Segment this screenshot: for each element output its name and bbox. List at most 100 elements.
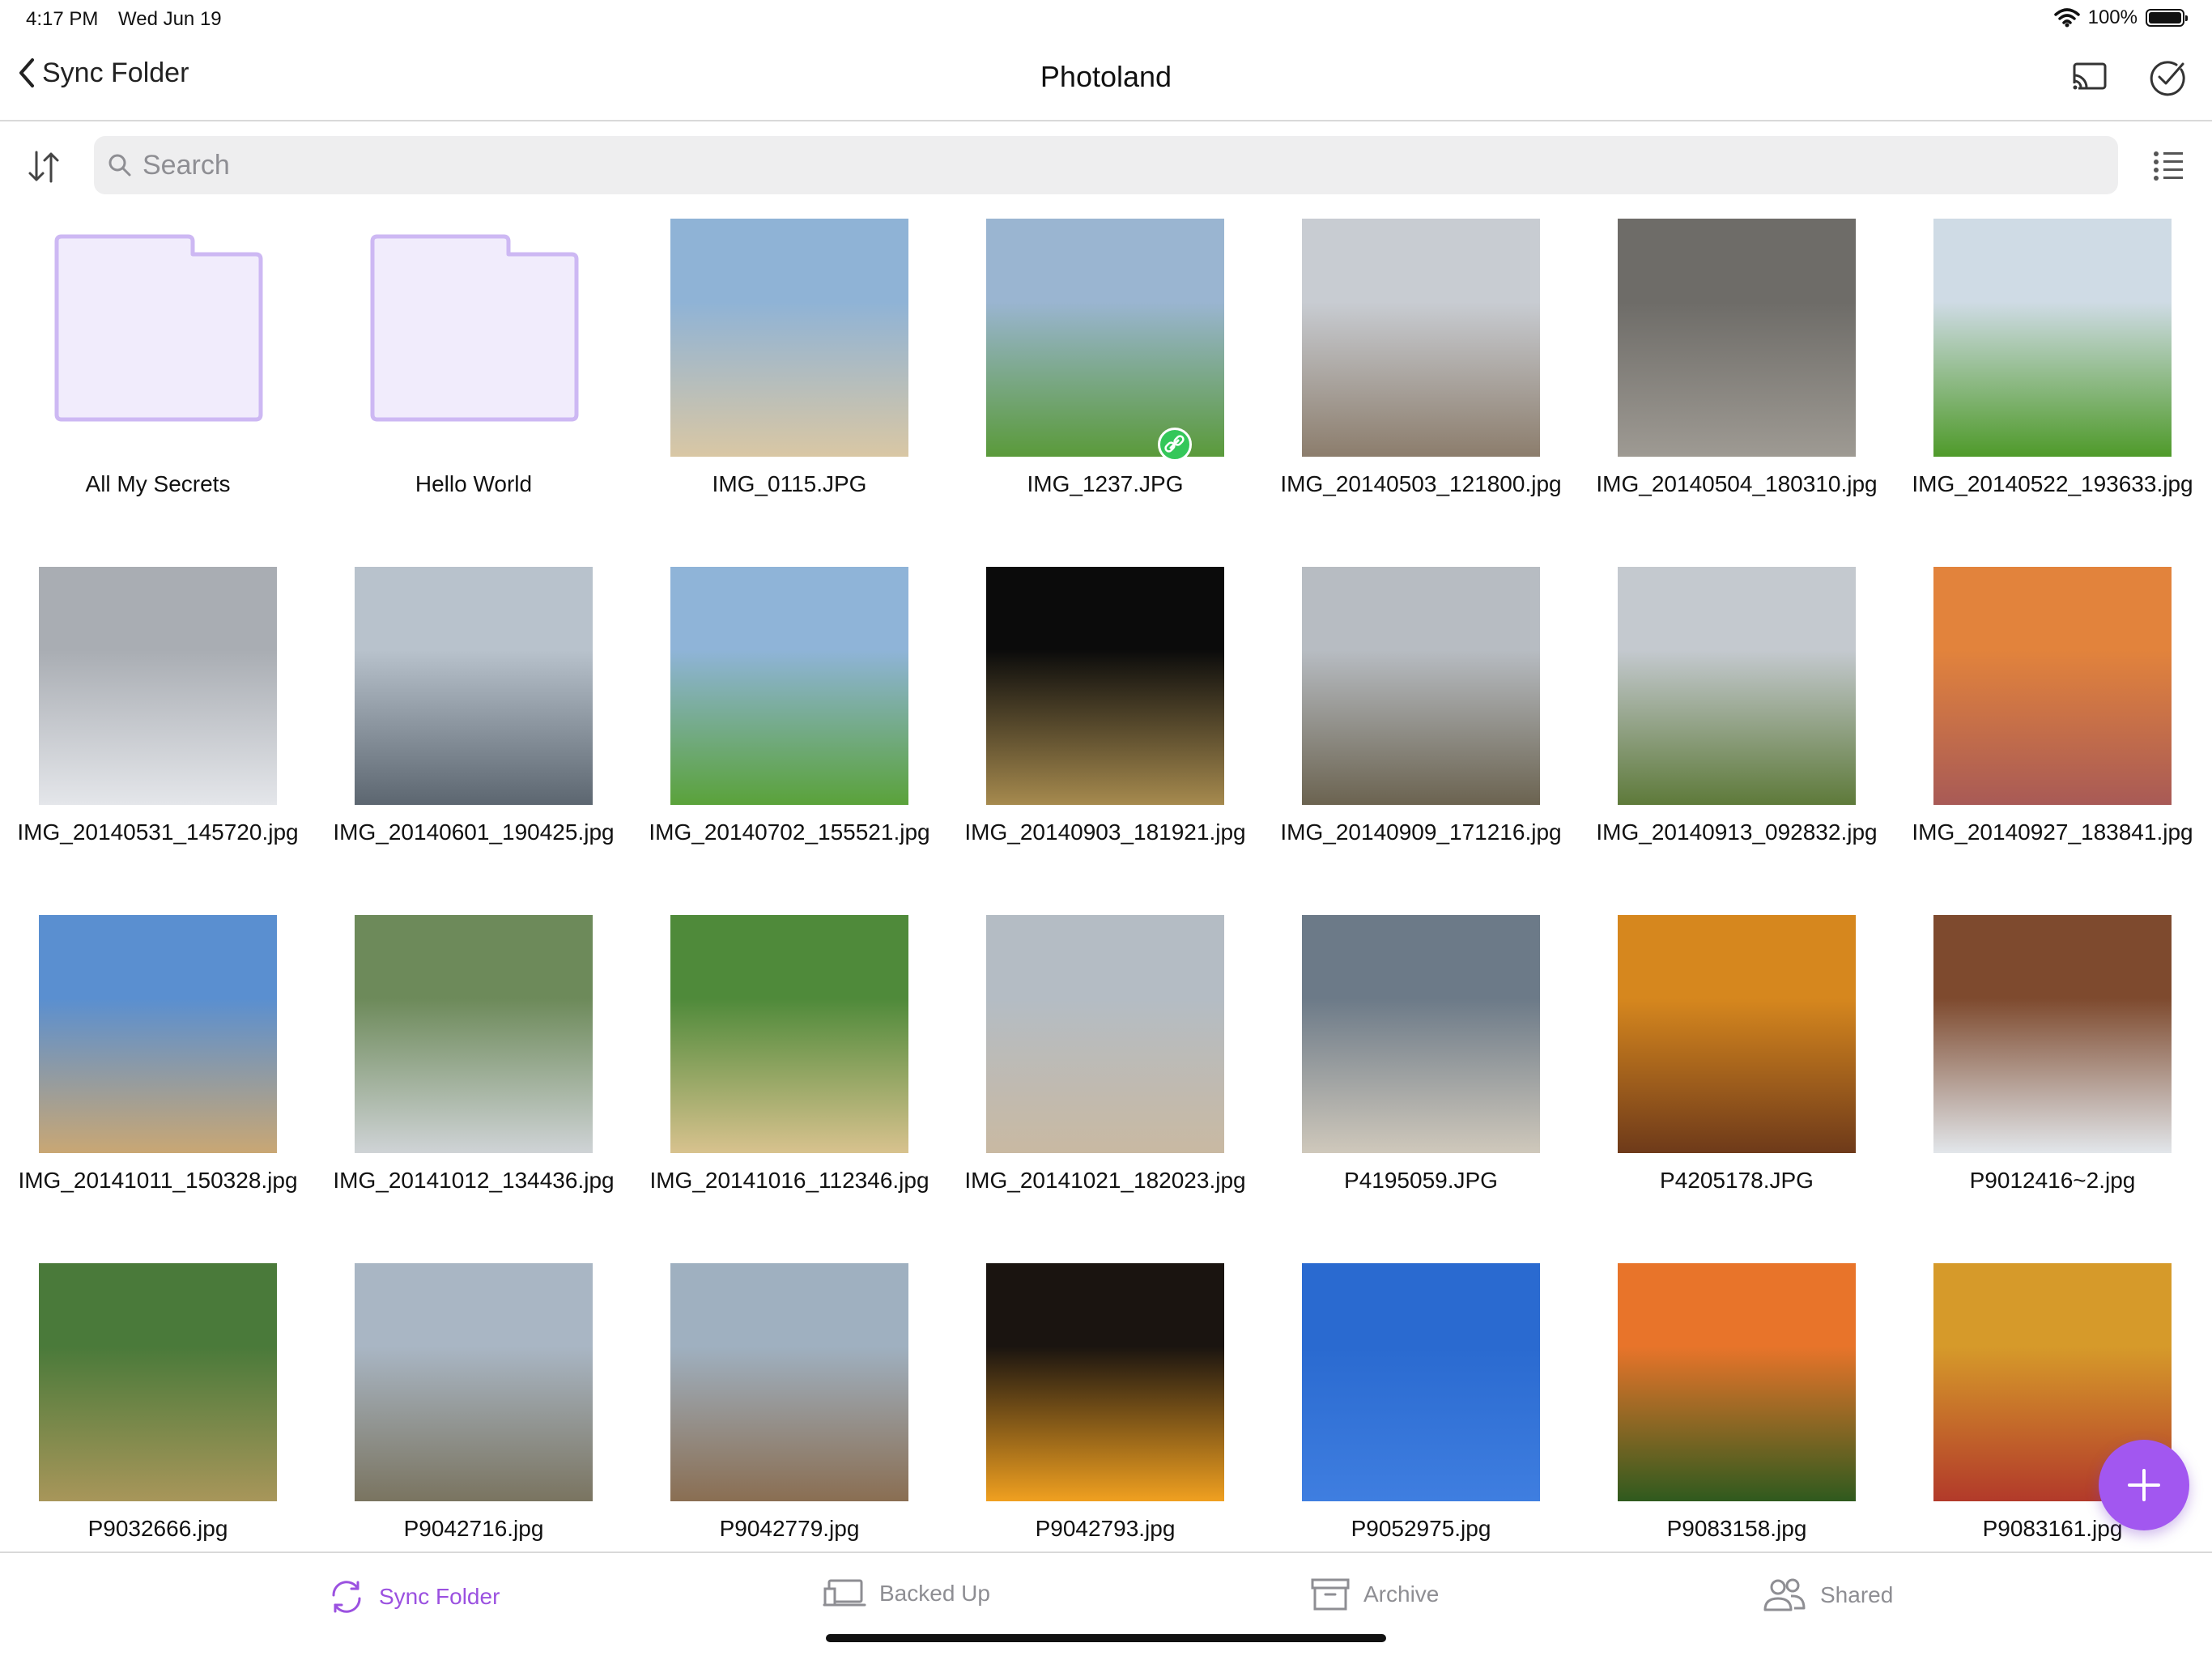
photo-item[interactable]: P9083161.jpg	[1895, 1263, 2210, 1587]
item-label: P9012416~2.jpg	[1969, 1168, 2136, 1193]
photo-thumbnail	[1933, 219, 2172, 457]
photo-thumbnail	[670, 915, 908, 1153]
item-label: IMG_20141012_134436.jpg	[333, 1168, 615, 1193]
photo-item[interactable]: IMG_20140702_155521.jpg	[632, 567, 947, 891]
photo-thumbnail	[1302, 219, 1540, 457]
photo-item[interactable]: IMG_20141016_112346.jpg	[632, 915, 947, 1239]
item-label: IMG_20140522_193633.jpg	[1912, 471, 2193, 496]
photo-item[interactable]: P9042779.jpg	[632, 1263, 947, 1587]
status-time: 4:17 PM	[26, 8, 99, 30]
photo-thumbnail	[670, 1263, 908, 1501]
page-title: Photoland	[1040, 60, 1172, 93]
photo-thumbnail	[670, 219, 908, 457]
item-label: IMG_20140504_180310.jpg	[1596, 471, 1878, 496]
photo-item[interactable]: IMG_0115.JPG	[632, 219, 947, 543]
photo-item[interactable]: IMG_20140913_092832.jpg	[1579, 567, 1895, 891]
item-label: IMG_20140503_121800.jpg	[1280, 471, 1562, 496]
nav-bar: Sync Folder Photoland	[0, 40, 2212, 121]
photo-thumbnail	[1302, 1263, 1540, 1501]
search-bar[interactable]	[94, 136, 2118, 194]
photo-thumbnail	[1933, 567, 2172, 805]
photo-item[interactable]: IMG_20141021_182023.jpg	[947, 915, 1263, 1239]
tab-shared[interactable]: Shared	[1762, 1577, 1893, 1613]
tab-backed-up-label: Backed Up	[879, 1581, 990, 1606]
photo-item[interactable]: IMG_20140522_193633.jpg	[1895, 219, 2210, 543]
photo-thumbnail	[39, 915, 277, 1153]
archive-icon	[1311, 1578, 1350, 1611]
photo-item[interactable]: P4195059.JPG	[1263, 915, 1579, 1239]
photo-item[interactable]: P9012416~2.jpg	[1895, 915, 2210, 1239]
item-label: P9052975.jpg	[1351, 1516, 1491, 1541]
photo-item[interactable]: P9042793.jpg	[947, 1263, 1263, 1587]
photo-item[interactable]: P9042716.jpg	[316, 1263, 632, 1587]
link-icon	[1158, 428, 1192, 462]
tab-backed-up[interactable]: Backed Up	[823, 1577, 990, 1610]
item-label: IMG_20141016_112346.jpg	[649, 1168, 929, 1193]
nav-actions	[2069, 57, 2188, 97]
search-icon	[108, 154, 131, 177]
item-label: IMG_20140909_171216.jpg	[1280, 819, 1562, 845]
photo-thumbnail	[355, 567, 593, 805]
photo-thumbnail	[986, 219, 1224, 457]
photo-thumbnail	[39, 1263, 277, 1501]
photo-item[interactable]: IMG_20140903_181921.jpg	[947, 567, 1263, 891]
search-input[interactable]	[141, 148, 2087, 182]
item-label: P9042793.jpg	[1035, 1516, 1176, 1541]
tab-bar: Sync Folder Backed Up Archive Shared	[0, 1551, 2212, 1660]
toolbar	[0, 121, 2212, 211]
photo-item[interactable]: IMG_20141011_150328.jpg	[0, 915, 316, 1239]
item-label: IMG_20140601_190425.jpg	[333, 819, 615, 845]
battery-percent: 100%	[2087, 6, 2138, 28]
photo-item[interactable]: IMG_1237.JPG	[947, 219, 1263, 543]
item-label: IMG_1237.JPG	[1027, 471, 1184, 496]
photo-thumbnail	[1618, 567, 1856, 805]
status-date: Wed Jun 19	[118, 8, 222, 30]
photo-thumbnail	[355, 1263, 593, 1501]
photo-thumbnail	[1618, 1263, 1856, 1501]
add-button[interactable]	[2099, 1440, 2189, 1530]
photo-item[interactable]: P4205178.JPG	[1579, 915, 1895, 1239]
item-label: IMG_20141021_182023.jpg	[964, 1168, 1246, 1193]
item-label: P9083158.jpg	[1666, 1516, 1807, 1541]
photo-item[interactable]: IMG_20140531_145720.jpg	[0, 567, 316, 891]
cast-icon[interactable]	[2069, 57, 2110, 97]
folder-icon	[39, 219, 277, 457]
photo-item[interactable]: P9052975.jpg	[1263, 1263, 1579, 1587]
item-label: IMG_20141011_150328.jpg	[18, 1168, 298, 1193]
status-right: 100%	[2053, 6, 2188, 29]
item-label: IMG_20140702_155521.jpg	[649, 819, 930, 845]
file-grid: All My Secrets Hello World IMG_0115.JPG IMG…	[0, 219, 2212, 1547]
tab-sync-folder[interactable]: Sync Folder	[327, 1577, 500, 1616]
folder-item[interactable]: All My Secrets	[0, 219, 316, 543]
photo-item[interactable]: P9032666.jpg	[0, 1263, 316, 1587]
folder-item[interactable]: Hello World	[316, 219, 632, 543]
tab-archive[interactable]: Archive	[1310, 1577, 1439, 1611]
photo-item[interactable]: IMG_20140927_183841.jpg	[1895, 567, 2210, 891]
item-label: P9032666.jpg	[87, 1516, 228, 1541]
sync-icon	[332, 1581, 361, 1613]
sort-icon[interactable]	[26, 149, 62, 185]
item-label: IMG_0115.JPG	[712, 471, 867, 496]
photo-item[interactable]: IMG_20141012_134436.jpg	[316, 915, 632, 1239]
photo-item[interactable]: IMG_20140503_121800.jpg	[1263, 219, 1579, 543]
photo-item[interactable]: P9083158.jpg	[1579, 1263, 1895, 1587]
photo-thumbnail	[1933, 915, 2172, 1153]
item-label: IMG_20140531_145720.jpg	[17, 819, 299, 845]
tab-shared-label: Shared	[1820, 1582, 1894, 1607]
item-label: Hello World	[415, 471, 533, 496]
photo-thumbnail	[670, 567, 908, 805]
list-view-icon[interactable]	[2152, 149, 2184, 181]
status-bar: 4:17 PM Wed Jun 19 100%	[0, 0, 2212, 40]
tab-sync-folder-label: Sync Folder	[379, 1584, 500, 1609]
select-check-icon[interactable]	[2147, 57, 2188, 97]
photo-thumbnail	[986, 915, 1224, 1153]
item-label: P9042779.jpg	[719, 1516, 860, 1541]
battery-icon	[2146, 9, 2188, 27]
photo-item[interactable]: IMG_20140601_190425.jpg	[316, 567, 632, 891]
item-label: P4195059.JPG	[1344, 1168, 1498, 1193]
tab-archive-label: Archive	[1363, 1581, 1440, 1607]
photo-thumbnail	[1618, 915, 1856, 1153]
photo-item[interactable]: IMG_20140909_171216.jpg	[1263, 567, 1579, 891]
photo-item[interactable]: IMG_20140504_180310.jpg	[1579, 219, 1895, 543]
folder-icon	[355, 219, 593, 457]
